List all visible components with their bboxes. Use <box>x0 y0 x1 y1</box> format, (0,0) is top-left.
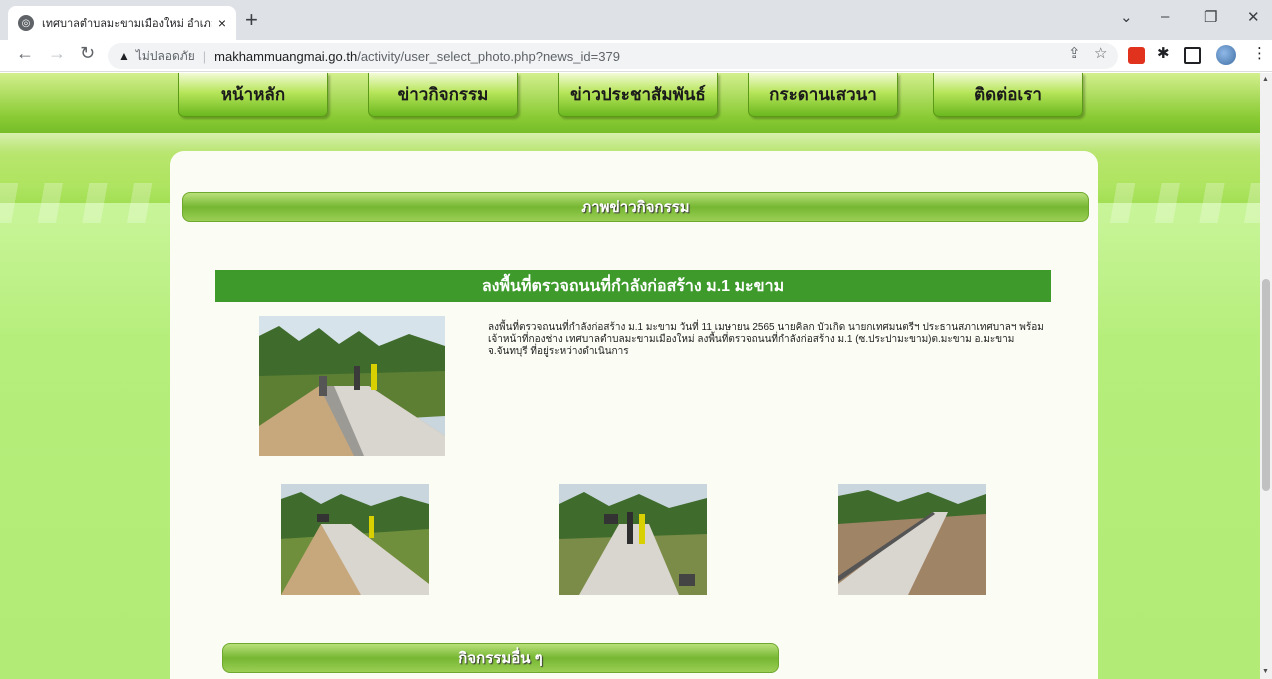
article-headline-bar: ลงพื้นที่ตรวจถนนที่กำลังก่อสร้าง ม.1 มะข… <box>215 270 1051 302</box>
vertical-scrollbar[interactable]: ▲ ▼ <box>1260 73 1272 679</box>
nav-item-pr-news[interactable]: ข่าวประชาสัมพันธ์ <box>558 73 718 117</box>
gallery-photo-1[interactable] <box>281 484 429 595</box>
minimize-button[interactable]: – <box>1161 8 1169 25</box>
nav-label: ข่าวประชาสัมพันธ์ <box>570 85 706 104</box>
article-description: ลงพื้นที่ตรวจถนนที่กำลังก่อสร้าง ม.1 มะข… <box>488 322 1044 357</box>
other-activities-title: กิจกรรมอื่น ๆ <box>458 650 543 667</box>
scroll-thumb[interactable] <box>1262 279 1270 491</box>
restore-button[interactable]: ❐ <box>1204 8 1217 26</box>
share-icon[interactable]: ⇪ <box>1068 44 1081 62</box>
nav-label: หน้าหลัก <box>220 85 286 104</box>
nav-item-forum[interactable]: กระดานเสวนา <box>748 73 898 117</box>
url-host: makhammuangmai.go.th <box>214 48 358 64</box>
gallery-photo-2[interactable] <box>559 484 707 595</box>
bookmark-star-icon[interactable]: ☆ <box>1094 44 1107 62</box>
nav-label: กระดานเสวนา <box>769 85 877 104</box>
scroll-down-icon[interactable]: ▼ <box>1262 668 1269 675</box>
security-label[interactable]: ไม่ปลอดภัย <box>136 47 195 66</box>
menu-kebab-icon[interactable]: ⋮ <box>1252 44 1267 62</box>
scroll-up-icon[interactable]: ▲ <box>1262 76 1269 83</box>
nav-item-activity-news[interactable]: ข่าวกิจกรรม <box>368 73 518 117</box>
nav-item-contact[interactable]: ติดต่อเรา <box>933 73 1083 117</box>
browser-toolbar: ← → ↻ ▲ ไม่ปลอดภัย | makhammuangmai.go.t… <box>0 40 1272 72</box>
globe-icon: ◎ <box>18 15 34 31</box>
warning-icon: ▲ <box>118 49 130 63</box>
nav-item-home[interactable]: หน้าหลัก <box>178 73 328 117</box>
address-bar[interactable]: ▲ ไม่ปลอดภัย | makhammuangmai.go.th/acti… <box>108 43 1118 69</box>
gallery-photo-3[interactable] <box>838 484 986 595</box>
article-headline: ลงพื้นที่ตรวจถนนที่กำลังก่อสร้าง ม.1 มะข… <box>481 277 785 295</box>
reload-icon[interactable]: ↻ <box>80 43 95 64</box>
close-window-button[interactable]: ✕ <box>1247 8 1260 26</box>
nav-label: ติดต่อเรา <box>974 85 1042 104</box>
new-tab-button[interactable]: + <box>245 8 258 32</box>
section-title: ภาพข่าวกิจกรรม <box>581 199 690 216</box>
side-panel-icon[interactable] <box>1184 47 1201 64</box>
tab-title: เทศบาลตำบลมะขามเมืองใหม่ อำเภอมะ <box>42 18 212 30</box>
profile-avatar[interactable] <box>1216 45 1236 65</box>
pdf-extension-icon[interactable] <box>1128 47 1145 64</box>
forward-arrow-icon[interactable]: → <box>48 43 66 64</box>
extensions-puzzle-icon[interactable]: ✱ <box>1157 44 1170 62</box>
url-path: /activity/user_select_photo.php?news_id=… <box>357 48 620 64</box>
section-title-bar: ภาพข่าวกิจกรรม <box>182 192 1089 222</box>
nav-label: ข่าวกิจกรรม <box>397 85 489 104</box>
tab-strip: ◎ เทศบาลตำบลมะขามเมืองใหม่ อำเภอมะ × + ⌄… <box>0 0 1272 40</box>
page-viewport: หน้าหลัก ข่าวกิจกรรม ข่าวประชาสัมพันธ์ ก… <box>0 73 1260 679</box>
omnibox-divider: | <box>202 48 207 64</box>
main-photo[interactable] <box>259 316 445 456</box>
browser-tab[interactable]: ◎ เทศบาลตำบลมะขามเมืองใหม่ อำเภอมะ × <box>8 6 236 40</box>
tab-search-icon[interactable]: ⌄ <box>1120 8 1133 26</box>
main-navigation: หน้าหลัก ข่าวกิจกรรม ข่าวประชาสัมพันธ์ ก… <box>178 73 1088 121</box>
tab-close-icon[interactable]: × <box>218 15 226 31</box>
other-activities-bar: กิจกรรมอื่น ๆ <box>222 643 779 673</box>
back-arrow-icon[interactable]: ← <box>16 43 34 64</box>
